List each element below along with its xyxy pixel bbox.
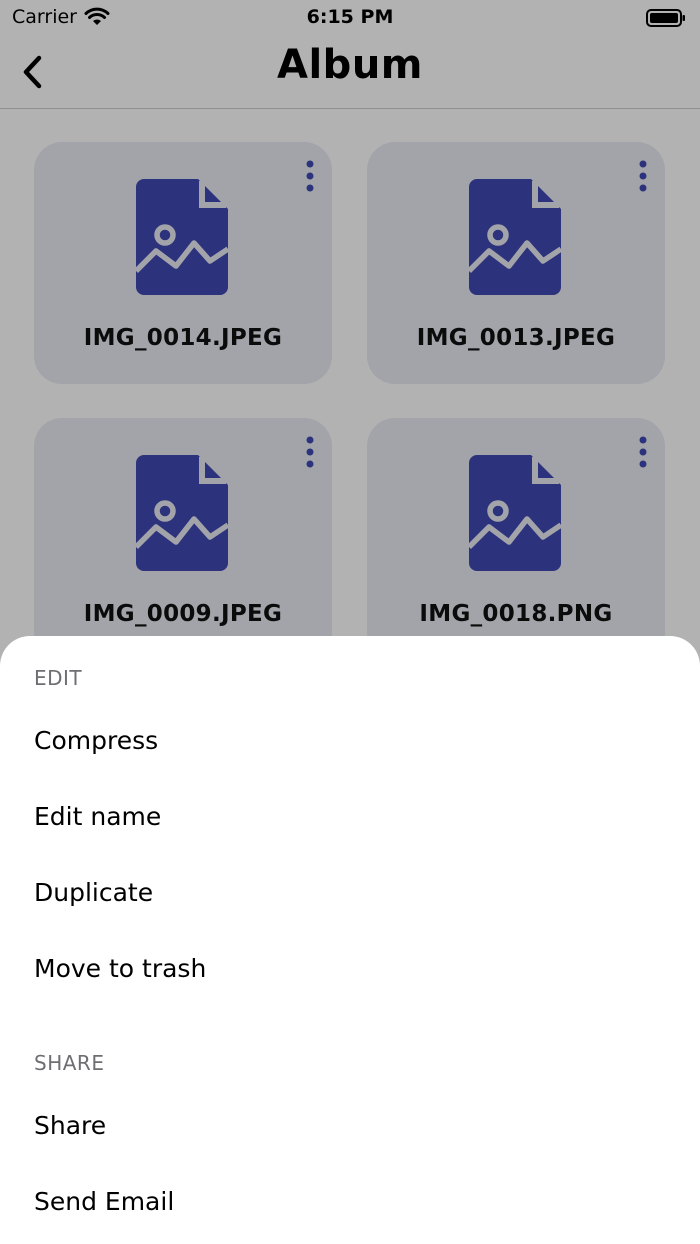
menu-item-duplicate[interactable]: Duplicate [34, 878, 153, 907]
menu-item-share[interactable]: Share [34, 1111, 106, 1140]
menu-item-edit-name[interactable]: Edit name [34, 802, 161, 831]
section-title-share: SHARE [34, 1051, 105, 1075]
menu-item-compress[interactable]: Compress [34, 726, 158, 755]
menu-item-send-email[interactable]: Send Email [34, 1187, 174, 1216]
menu-item-move-to-trash[interactable]: Move to trash [34, 954, 206, 983]
section-title-edit: EDIT [34, 666, 83, 690]
action-sheet: EDIT Compress Edit name Duplicate Move t… [0, 636, 700, 1244]
